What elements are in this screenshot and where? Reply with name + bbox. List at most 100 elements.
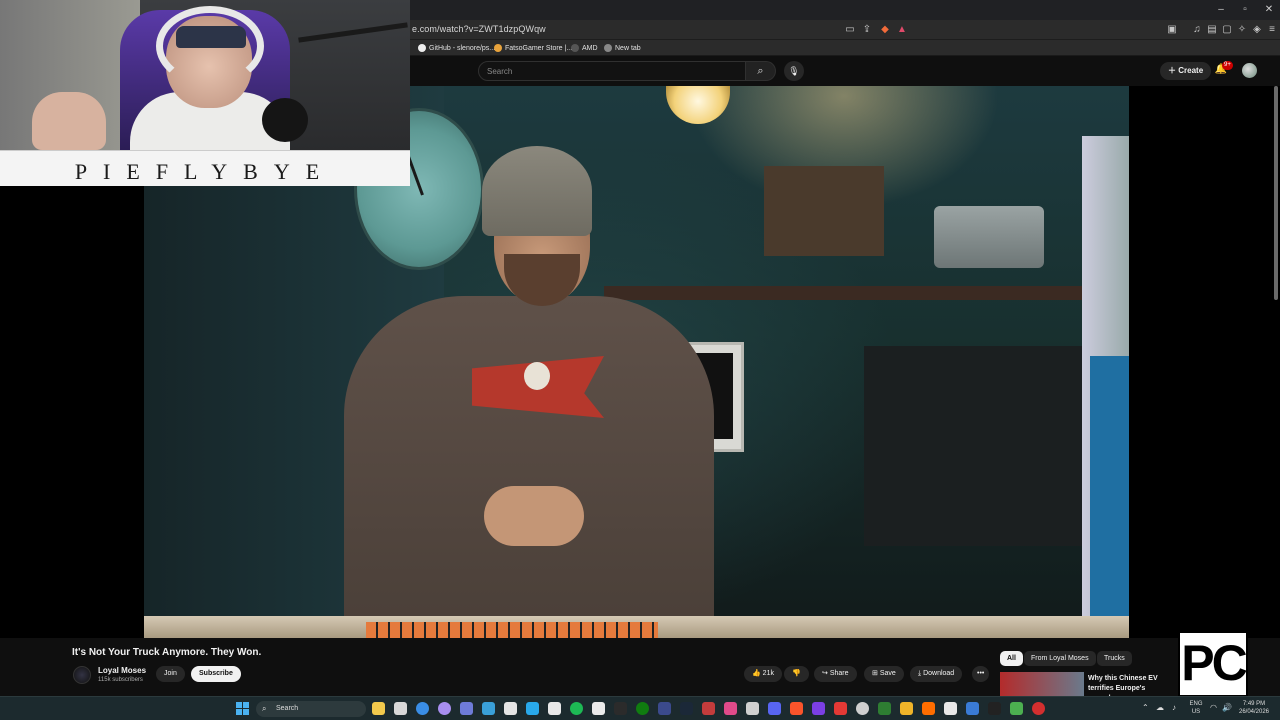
app-icon-2[interactable] — [460, 702, 473, 715]
taskbar-search[interactable]: ⌕ Search — [256, 701, 366, 717]
wifi-icon[interactable]: ◠ — [1210, 703, 1217, 712]
app-icon-6[interactable] — [658, 702, 671, 715]
app-icon-10[interactable] — [812, 702, 825, 715]
cast-icon[interactable]: ▭ — [843, 23, 857, 37]
mic-icon[interactable]: 🎙 — [784, 61, 804, 81]
app-icon-11[interactable] — [834, 702, 847, 715]
file-explorer-icon[interactable] — [372, 702, 385, 715]
epic-games-icon[interactable] — [614, 702, 627, 715]
channel-name[interactable]: Loyal Moses — [98, 666, 146, 675]
app-icon-1[interactable] — [438, 702, 451, 715]
download-label: Download — [923, 670, 955, 677]
hoodie-skull-logo — [524, 362, 550, 390]
create-button[interactable]: ＋ Create — [1160, 62, 1212, 80]
app-icon-16[interactable] — [944, 702, 957, 715]
discord-icon[interactable] — [768, 702, 781, 715]
language-indicator[interactable]: ENG US — [1188, 700, 1204, 716]
app-icon-5[interactable] — [592, 702, 605, 715]
bookmark-new-tab[interactable]: New tab — [604, 42, 641, 54]
taskbar-search-label: Search — [276, 705, 299, 712]
more-actions-button[interactable]: ••• — [972, 666, 990, 682]
page-scrollbar[interactable] — [1274, 86, 1278, 300]
mic-tray-icon[interactable]: ♪ — [1172, 703, 1176, 712]
notepad-icon[interactable] — [394, 702, 407, 715]
share-label: Share — [829, 670, 849, 677]
wallet-icon[interactable]: ▢ — [1220, 23, 1234, 37]
join-button[interactable]: Join — [156, 666, 185, 682]
download-button[interactable]: ⤓ Download — [910, 666, 963, 682]
app-icon-14[interactable] — [900, 702, 913, 715]
dislike-button[interactable]: 👎 — [784, 666, 809, 682]
language-code: ENG — [1189, 701, 1203, 707]
save-button[interactable]: ⊞ Save — [864, 666, 904, 682]
app-icon-4[interactable] — [504, 702, 517, 715]
app-icon-12[interactable] — [856, 702, 869, 715]
region-code: US — [1191, 709, 1201, 715]
tray-date: 26/04/2026 — [1238, 709, 1270, 715]
sidebar-toggle-icon[interactable]: ▣ — [1165, 23, 1179, 37]
channel-avatar[interactable] — [73, 666, 91, 684]
app-icon-8[interactable] — [724, 702, 737, 715]
minimize-button[interactable]: – — [1210, 2, 1232, 18]
url-text[interactable]: e.com/watch?v=ZWT1dzpQWqw — [412, 24, 546, 34]
telegram-icon[interactable] — [526, 702, 539, 715]
presenter-hoodie — [344, 296, 714, 636]
rewards-icon[interactable]: ▲ — [895, 23, 909, 37]
music-icon[interactable]: ♫ — [1190, 23, 1204, 37]
bookmark-github[interactable]: GitHub - slenore/ps... — [418, 42, 495, 54]
share-button[interactable]: ↪ Share — [814, 666, 857, 682]
brave-shield-icon[interactable]: ◆ — [878, 23, 892, 37]
spotify-icon[interactable] — [570, 702, 583, 715]
bookmark-amd[interactable]: AMD — [571, 42, 598, 54]
close-window-button[interactable]: ✕ — [1258, 2, 1280, 18]
ceiling-lamp — [666, 86, 730, 124]
brave-icon[interactable] — [790, 702, 803, 715]
bookmark-fatsogamer[interactable]: FatsoGamer Store |... — [494, 42, 572, 54]
like-button[interactable]: 👍 21k — [744, 666, 782, 682]
app-icon-3[interactable] — [482, 702, 495, 715]
app-icon-20[interactable] — [1032, 702, 1045, 715]
share-icon: ↪ — [822, 670, 828, 677]
presenter-beanie — [482, 146, 592, 236]
app-icon-7[interactable] — [702, 702, 715, 715]
search-input[interactable]: Search — [478, 61, 746, 81]
streamer-name-banner: PIEFLYBYE — [0, 150, 410, 186]
menu-icon[interactable]: ≡ — [1265, 23, 1279, 37]
edge-icon[interactable] — [416, 702, 429, 715]
chip-all[interactable]: All — [1000, 651, 1023, 666]
bookmark-label: AMD — [582, 44, 598, 52]
cloud-icon[interactable]: ☁ — [1156, 703, 1164, 712]
bookmark-icon: ⊞ — [872, 670, 878, 677]
streamer-name: PIEFLYBYE — [74, 159, 336, 184]
notification-badge: 9+ — [1222, 61, 1233, 70]
app-icon-15[interactable] — [922, 702, 935, 715]
chip-trucks[interactable]: Trucks — [1097, 651, 1132, 666]
reader-icon[interactable]: ▤ — [1205, 23, 1219, 37]
maximize-button[interactable]: ▫ — [1234, 2, 1256, 18]
volume-icon[interactable]: 🔊 — [1222, 703, 1232, 712]
calculator-icon[interactable] — [548, 702, 561, 715]
clock-tray[interactable]: 7:49 PM 26/04/2026 — [1234, 700, 1274, 716]
start-icon[interactable] — [236, 702, 249, 715]
app-icon-19[interactable] — [1010, 702, 1023, 715]
xbox-icon[interactable] — [636, 702, 649, 715]
chip-from-channel[interactable]: From Loyal Moses — [1024, 651, 1096, 666]
chevron-up-icon[interactable]: ⌃ — [1142, 703, 1149, 712]
subscribe-button[interactable]: Subscribe — [191, 666, 241, 682]
recommended-thumbnail[interactable] — [1000, 672, 1084, 696]
download-icon: ⤓ — [918, 670, 922, 677]
video-title: It's Not Your Truck Anymore. They Won. — [72, 647, 262, 658]
vpn-icon[interactable]: ◈ — [1250, 23, 1264, 37]
app-icon-18[interactable] — [988, 702, 1001, 715]
app-icon-9[interactable] — [746, 702, 759, 715]
globe-icon — [604, 44, 612, 52]
share-page-icon[interactable]: ⇪ — [860, 23, 874, 37]
app-icon-17[interactable] — [966, 702, 979, 715]
extensions-icon[interactable]: ✧ — [1235, 23, 1249, 37]
search-icon[interactable]: ⌕ — [746, 61, 776, 81]
presenter-hands — [484, 486, 584, 546]
screen: – ▫ ✕ e.com/watch?v=ZWT1dzpQWqw ▭ ⇪ ◆ ▲ … — [0, 0, 1280, 720]
app-icon-13[interactable] — [878, 702, 891, 715]
account-avatar[interactable] — [1242, 63, 1257, 78]
steam-icon[interactable] — [680, 702, 693, 715]
